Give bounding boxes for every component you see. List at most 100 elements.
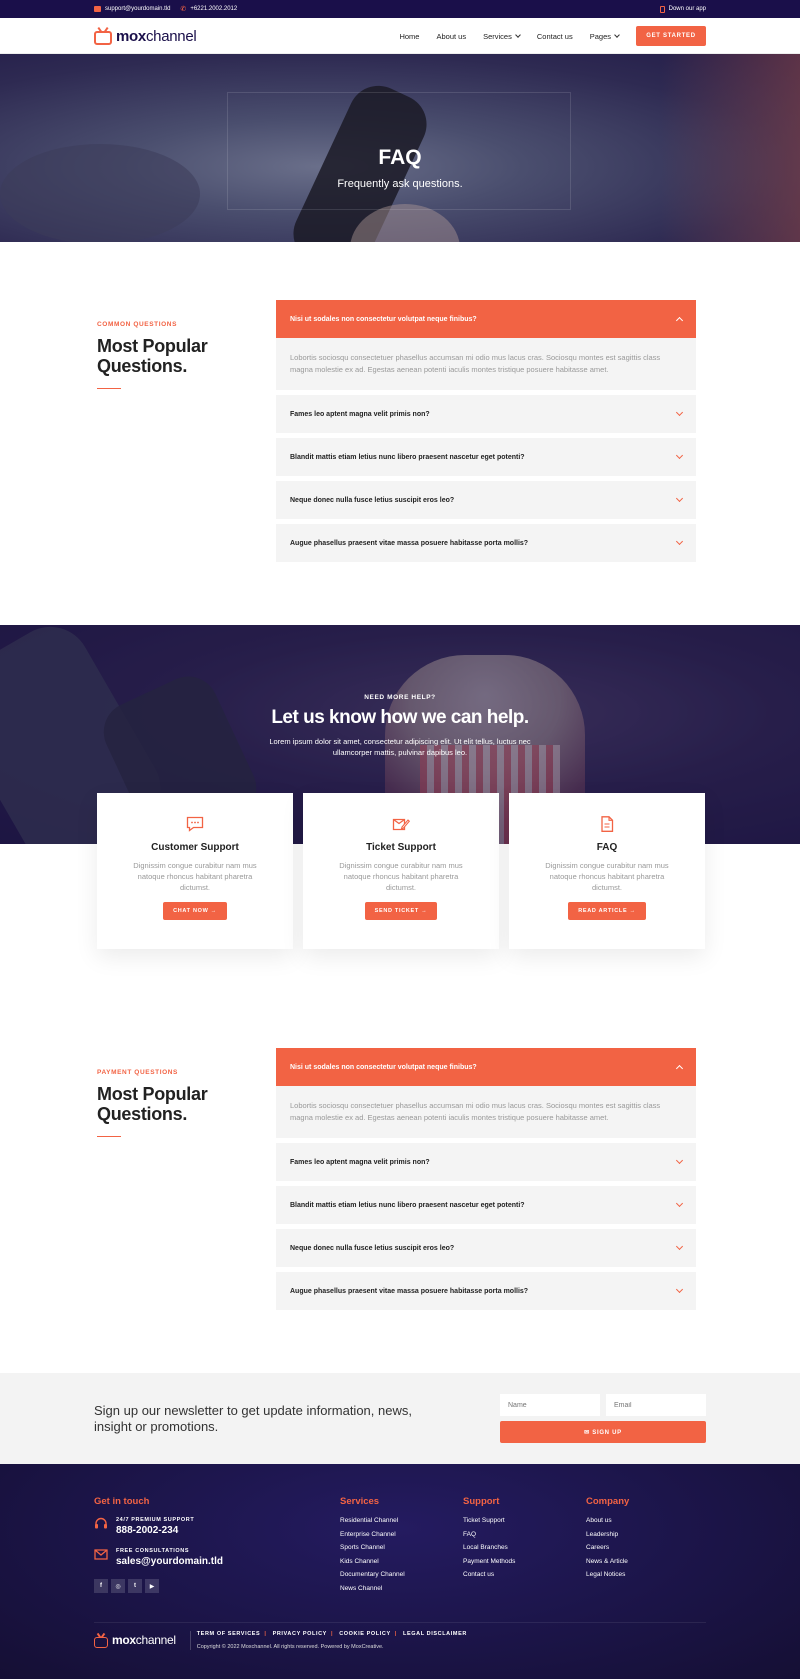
section-eyebrow: PAYMENT QUESTIONS [97,1069,178,1076]
footer-heading: Get in touch [94,1496,150,1507]
faq-question[interactable]: Augue phasellus praesent vitae massa pos… [276,524,696,562]
faq-question[interactable]: Blandit mattis etiam letius nunc libero … [276,438,696,476]
envelope-icon [94,6,101,12]
instagram-icon[interactable]: ◎ [111,1579,125,1593]
faq-question[interactable]: Blandit mattis etiam letius nunc libero … [276,1186,696,1224]
consult-email[interactable]: sales@yourdomain.tld [116,1556,223,1567]
logo-text: moxchannel [116,27,197,45]
chevron-down-icon [515,31,521,38]
chat-icon [186,816,204,832]
hero-banner: FAQ Frequently ask questions. [0,54,800,242]
help-title: Let us know how we can help. [271,707,529,728]
site-logo[interactable]: moxchannel [94,27,197,45]
footer-heading: Services [340,1496,380,1507]
site-header: moxchannel Home About us Services Contac… [0,18,800,54]
faq-question[interactable]: Neque donec nulla fusce letius suscipit … [276,481,696,519]
divider [97,388,121,389]
top-bar: support@yourdomain.tld ✆ +6221.2002.2012… [0,0,800,18]
faq-question[interactable]: Nisi ut sodales non consectetur volutpat… [276,300,696,338]
youtube-icon[interactable]: ▶ [145,1579,159,1593]
send-ticket-button[interactable]: SEND TICKET → [364,902,438,920]
footer-link[interactable]: News & Article [586,1558,696,1565]
footer-link[interactable]: Enterprise Channel [340,1531,463,1538]
newsletter-form: ✉ SIGN UP [500,1394,706,1443]
chevron-up-icon [675,1064,684,1073]
card-title: Ticket Support [366,842,436,853]
chevron-down-icon [675,1242,684,1251]
ticket-edit-icon [392,816,411,832]
nav-services-label: Services [483,31,512,41]
nav-home[interactable]: Home [399,32,419,41]
footer-link[interactable]: Local Branches [463,1544,586,1551]
footer-contact: Get in touch 24/7 PREMIUM SUPPORT 888-20… [94,1496,340,1599]
faq-accordion: Nisi ut sodales non consectetur volutpat… [276,300,696,567]
card-text: Dignissim congue curabitur nam mus natoq… [133,861,257,892]
download-app-link[interactable]: Down our app [659,5,706,13]
faq-item: Neque donec nulla fusce letius suscipit … [276,481,696,519]
footer-link[interactable]: Legal Notices [586,1571,696,1578]
name-input[interactable] [500,1394,600,1416]
footer-logo[interactable]: moxchannel [94,1633,176,1648]
footer-link[interactable]: About us [586,1517,696,1524]
chevron-down-icon [675,494,684,503]
chat-now-button[interactable]: CHAT NOW → [163,902,227,920]
faq-question[interactable]: Fames leo aptent magna velit primis non? [276,1143,696,1181]
footer-link[interactable]: Residential Channel [340,1517,463,1524]
chevron-down-icon [675,1156,684,1165]
help-section: NEED MORE HELP? Let us know how we can h… [0,625,800,984]
card-text: Dignissim congue curabitur nam mus natoq… [339,861,463,892]
footer-heading: Support [463,1496,500,1507]
footer-link[interactable]: Leadership [586,1531,696,1538]
facebook-icon[interactable]: f [94,1579,108,1593]
faq-common-section: COMMON QUESTIONS Most Popular Questions.… [94,242,706,625]
faq-question-text: Nisi ut sodales non consectetur volutpat… [290,315,477,323]
page-subtitle: Frequently ask questions. [337,178,463,190]
faq-item: Blandit mattis etiam letius nunc libero … [276,438,696,476]
card-text: Dignissim congue curabitur nam mus natoq… [545,861,669,892]
chevron-down-icon [675,1285,684,1294]
read-article-button[interactable]: READ ARTICLE → [568,902,646,920]
copyright: Copyright © 2022 Moxchannel. All rights … [196,1643,384,1650]
footer-link[interactable]: Documentary Channel [340,1571,463,1578]
topbar-phone[interactable]: ✆ +6221.2002.2012 [180,5,237,13]
mobile-icon [659,5,665,13]
email-input[interactable] [606,1394,706,1416]
footer-link[interactable]: Ticket Support [463,1517,586,1524]
nav-services[interactable]: Services [483,31,521,41]
phone-icon: ✆ [180,6,187,13]
footer-company: Company About us Leadership Careers News… [586,1496,696,1599]
footer-link[interactable]: Payment Methods [463,1558,586,1565]
footer-link[interactable]: Careers [586,1544,696,1551]
section-title: Most Popular Questions. [97,336,208,376]
footer-link[interactable]: Kids Channel [340,1558,463,1565]
support-phone[interactable]: 888-2002-234 [116,1525,194,1536]
footer-heading: Company [586,1496,630,1507]
twitter-icon[interactable]: t [128,1579,142,1593]
faq-question[interactable]: Fames leo aptent magna velit primis non? [276,395,696,433]
faq-item: Fames leo aptent magna velit primis non? [276,395,696,433]
faq-item: Fames leo aptent magna velit primis non? [276,1143,696,1181]
support-card: Customer Support Dignissim congue curabi… [97,793,293,949]
faq-item: Nisi ut sodales non consectetur volutpat… [276,300,696,390]
get-started-button[interactable]: GET STARTED [636,26,706,46]
footer-link[interactable]: Sports Channel [340,1544,463,1551]
nav-contact[interactable]: Contact us [537,32,573,41]
faq-question[interactable]: Nisi ut sodales non consectetur volutpat… [276,1048,696,1086]
sign-up-button[interactable]: ✉ SIGN UP [500,1421,706,1443]
faq-question[interactable]: Augue phasellus praesent vitae massa pos… [276,1272,696,1310]
help-kicker: NEED MORE HELP? [364,694,436,701]
footer-link[interactable]: Contact us [463,1571,586,1578]
footer-link[interactable]: News Channel [340,1585,463,1592]
consult-label: FREE CONSULTATIONS [116,1548,190,1554]
footer-services: Services Residential Channel Enterprise … [340,1496,463,1599]
chevron-down-icon [675,1199,684,1208]
footer-link[interactable]: FAQ [463,1531,586,1538]
support-label: 24/7 PREMIUM SUPPORT [116,1517,195,1523]
faq-question[interactable]: Neque donec nulla fusce letius suscipit … [276,1229,696,1267]
topbar-email[interactable]: support@yourdomain.tld [94,6,170,12]
nav-about[interactable]: About us [436,32,466,41]
faq-item: Blandit mattis etiam letius nunc libero … [276,1186,696,1224]
support-card: Ticket Support Dignissim congue curabitu… [303,793,499,949]
topbar-email-text: support@yourdomain.tld [105,6,171,12]
nav-pages[interactable]: Pages [590,32,620,41]
